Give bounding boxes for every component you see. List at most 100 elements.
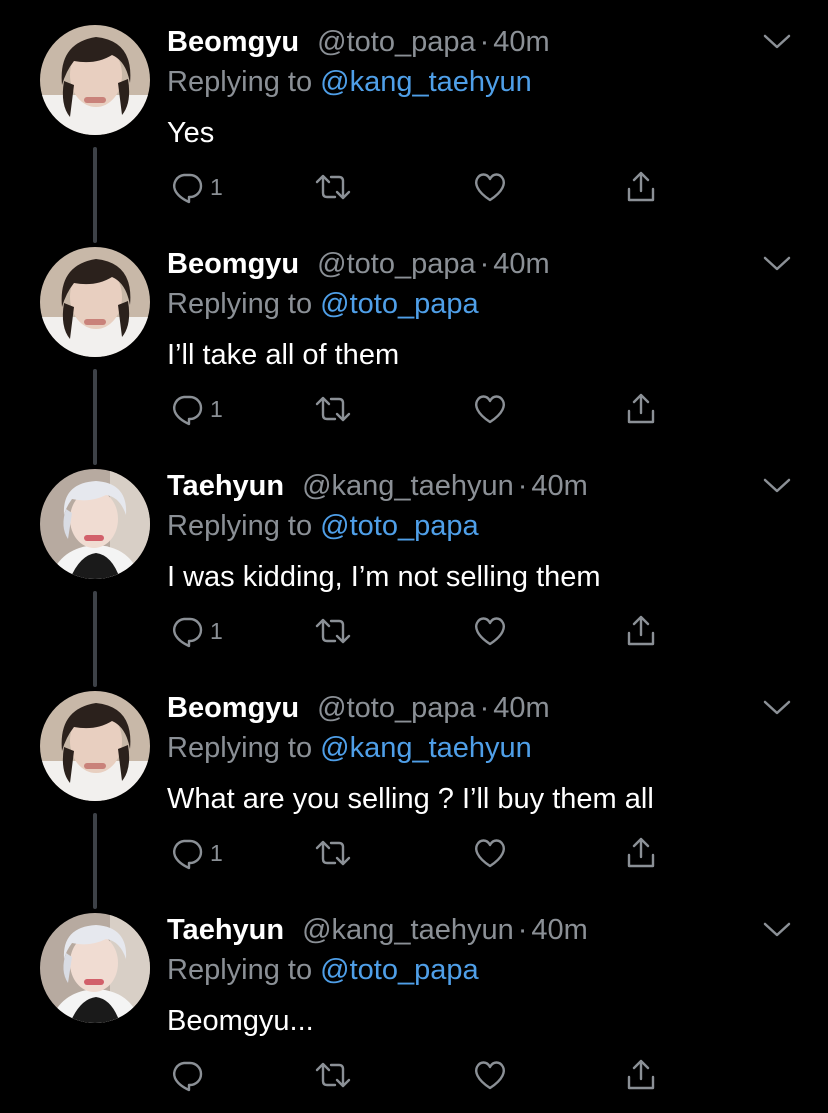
tweet[interactable]: Beomgyu @toto_papa · 40m Replying to @ka…: [0, 666, 828, 909]
share-button[interactable]: [624, 167, 658, 207]
reply-count: 1: [210, 174, 223, 200]
reply-icon: [173, 839, 203, 870]
tweet-actions: 1: [170, 611, 670, 651]
share-icon: [627, 837, 655, 868]
retweet-icon: [315, 396, 351, 422]
mention-link[interactable]: @toto_papa: [320, 954, 478, 986]
tweet-thread: Beomgyu @toto_papa · 40m Replying to @ka…: [0, 0, 828, 1113]
share-button[interactable]: [624, 1055, 658, 1095]
display-name[interactable]: Taehyun: [167, 466, 284, 506]
taehyun-avatar: [40, 913, 150, 1023]
replying-to: Replying to @toto_papa: [167, 284, 479, 324]
retweet-icon: [315, 1062, 351, 1088]
display-name[interactable]: Taehyun: [167, 910, 284, 950]
chevron-down-icon[interactable]: [761, 698, 793, 718]
retweet-icon: [315, 618, 351, 644]
reply-icon: [173, 617, 203, 648]
username[interactable]: @toto_papa: [317, 22, 475, 62]
replying-to: Replying to @toto_papa: [167, 506, 479, 546]
tweet-actions: 1: [170, 389, 670, 429]
display-name[interactable]: Beomgyu: [167, 688, 299, 728]
share-button[interactable]: [624, 611, 658, 651]
beomgyu-avatar: [40, 247, 150, 357]
heart-icon: [475, 173, 505, 202]
tweet[interactable]: Taehyun @kang_taehyun · 40m Replying to …: [0, 444, 828, 687]
share-button[interactable]: [624, 833, 658, 873]
like-button[interactable]: [472, 611, 508, 651]
chevron-down-icon[interactable]: [761, 476, 793, 496]
tweet-actions: 1: [170, 167, 670, 207]
beomgyu-avatar: [40, 691, 150, 801]
reply-button[interactable]: 1: [170, 611, 223, 651]
share-button[interactable]: [624, 389, 658, 429]
username[interactable]: @kang_taehyun: [302, 910, 514, 950]
heart-icon: [475, 839, 505, 868]
avatar[interactable]: [40, 691, 150, 801]
separator-dot: ·: [479, 692, 490, 724]
tweet-text: I’ll take all of them: [167, 339, 400, 371]
timestamp[interactable]: 40m: [531, 466, 587, 506]
timestamp[interactable]: 40m: [493, 688, 549, 728]
mention-link[interactable]: @toto_papa: [320, 288, 478, 320]
timestamp[interactable]: 40m: [493, 22, 549, 62]
reply-count: 1: [210, 396, 223, 422]
tweet-actions: [170, 1055, 670, 1095]
reply-button[interactable]: 1: [170, 833, 223, 873]
taehyun-avatar: [40, 469, 150, 579]
retweet-button[interactable]: [314, 167, 352, 207]
retweet-button[interactable]: [314, 611, 352, 651]
avatar[interactable]: [40, 913, 150, 1023]
display-name[interactable]: Beomgyu: [167, 22, 299, 62]
share-icon: [627, 171, 655, 202]
mention-link[interactable]: @toto_papa: [320, 510, 478, 542]
heart-icon: [475, 1061, 505, 1090]
username[interactable]: @toto_papa: [317, 688, 475, 728]
tweet[interactable]: Beomgyu @toto_papa · 40m Replying to @to…: [0, 222, 828, 465]
like-button[interactable]: [472, 167, 508, 207]
reply-button[interactable]: 1: [170, 389, 223, 429]
tweet-text: What are you selling ? I’ll buy them all: [167, 783, 654, 815]
mention-link[interactable]: @kang_taehyun: [320, 732, 532, 764]
tweet-actions: 1: [170, 833, 670, 873]
like-button[interactable]: [472, 1055, 508, 1095]
like-button[interactable]: [472, 833, 508, 873]
tweet[interactable]: Taehyun @kang_taehyun · 40m Replying to …: [0, 888, 828, 1110]
share-icon: [627, 393, 655, 424]
replying-to: Replying to @kang_taehyun: [167, 728, 532, 768]
avatar[interactable]: [40, 25, 150, 135]
separator-dot: ·: [479, 248, 490, 280]
avatar[interactable]: [40, 469, 150, 579]
tweet-header: Taehyun @kang_taehyun · 40m: [167, 910, 588, 950]
reply-button[interactable]: 1: [170, 167, 223, 207]
tweet[interactable]: Beomgyu @toto_papa · 40m Replying to @ka…: [0, 0, 828, 243]
display-name[interactable]: Beomgyu: [167, 244, 299, 284]
beomgyu-avatar: [40, 25, 150, 135]
like-button[interactable]: [472, 389, 508, 429]
retweet-icon: [315, 840, 351, 866]
replying-prefix: Replying to: [167, 66, 313, 98]
timestamp[interactable]: 40m: [531, 910, 587, 950]
retweet-button[interactable]: [314, 389, 352, 429]
reply-icon: [173, 395, 203, 426]
tweet-text: Beomgyu...: [167, 1005, 314, 1037]
share-icon: [627, 1059, 655, 1090]
avatar[interactable]: [40, 247, 150, 357]
retweet-button[interactable]: [314, 833, 352, 873]
separator-dot: ·: [479, 26, 490, 58]
reply-count: 1: [210, 840, 223, 866]
chevron-down-icon[interactable]: [761, 920, 793, 940]
separator-dot: ·: [517, 914, 528, 946]
mention-link[interactable]: @kang_taehyun: [320, 66, 532, 98]
username[interactable]: @toto_papa: [317, 244, 475, 284]
reply-button[interactable]: [170, 1055, 210, 1095]
timestamp[interactable]: 40m: [493, 244, 549, 284]
chevron-down-icon[interactable]: [761, 32, 793, 52]
chevron-down-icon[interactable]: [761, 254, 793, 274]
retweet-button[interactable]: [314, 1055, 352, 1095]
reply-icon: [173, 1061, 203, 1092]
username[interactable]: @kang_taehyun: [302, 466, 514, 506]
heart-icon: [475, 395, 505, 424]
replying-prefix: Replying to: [167, 288, 313, 320]
share-icon: [627, 615, 655, 646]
replying-prefix: Replying to: [167, 732, 313, 764]
